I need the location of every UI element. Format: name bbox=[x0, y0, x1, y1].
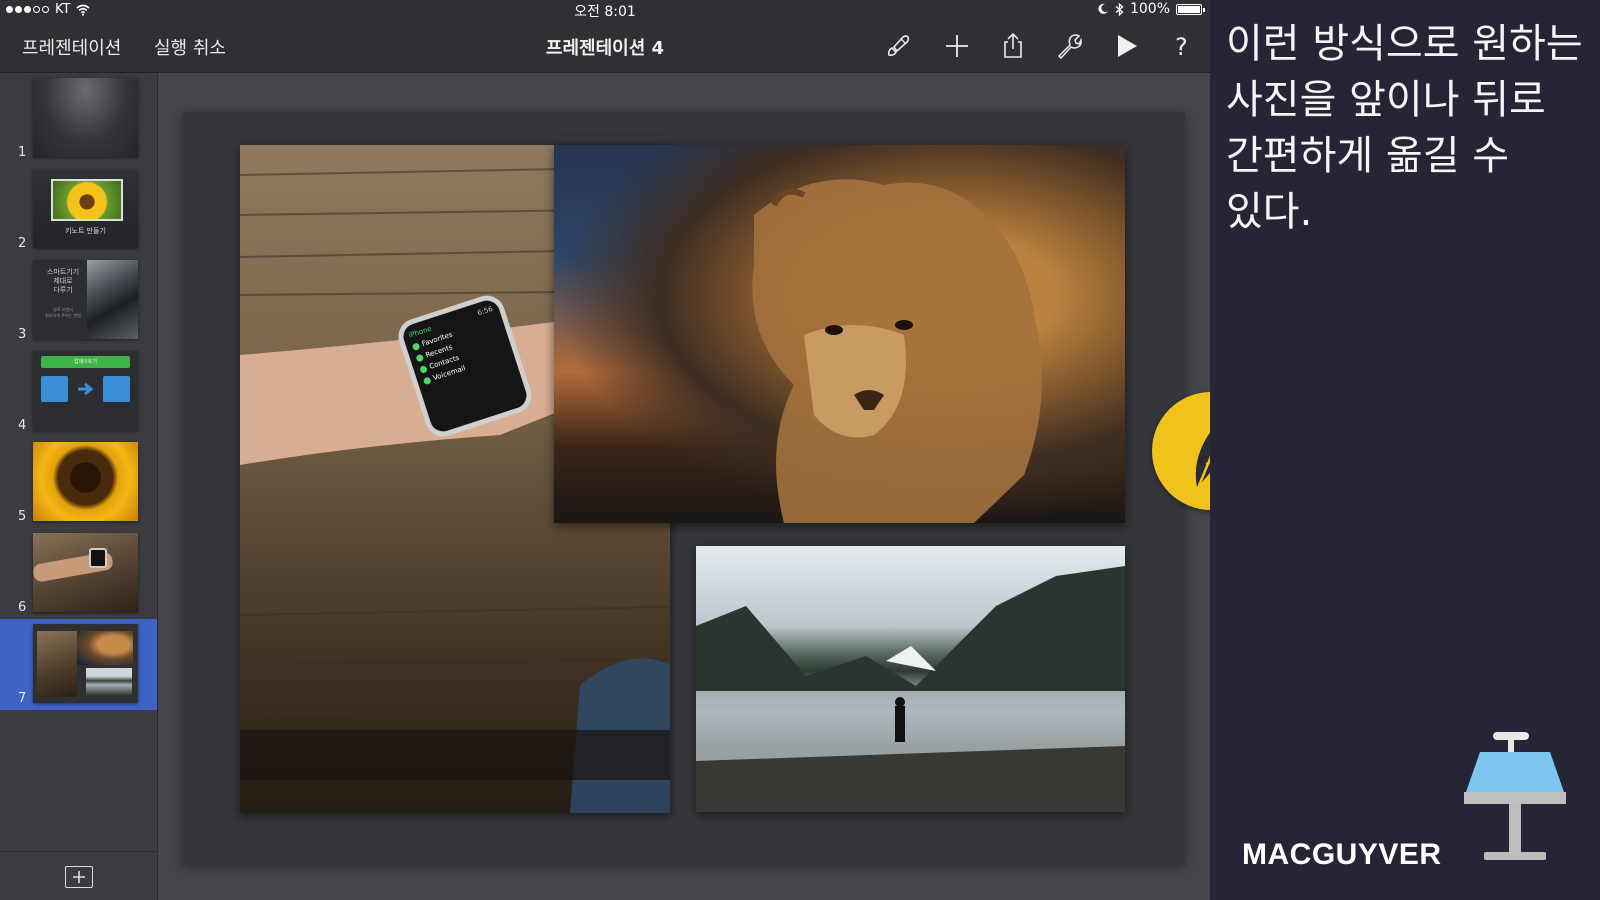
slide-thumbnail-1[interactable] bbox=[33, 78, 138, 157]
slide-thumbnail-7[interactable] bbox=[33, 624, 138, 703]
lion-illustration bbox=[752, 179, 1042, 523]
toolbar: 프레젠테이션 실행 취소 프레젠테이션 4 ? bbox=[0, 20, 1210, 73]
play-icon[interactable] bbox=[1112, 32, 1140, 60]
slide-number: 4 bbox=[18, 418, 27, 433]
photo-lion[interactable] bbox=[554, 145, 1125, 523]
keynote-podium-icon bbox=[1460, 730, 1570, 870]
blue-box-left bbox=[41, 376, 68, 402]
keynote-app: KT 오전 8:01 100% 프레젠테이션 실행 취소 프레젠테이션 4 ? … bbox=[0, 0, 1210, 900]
share-icon[interactable] bbox=[999, 32, 1027, 60]
wrench-icon[interactable] bbox=[1055, 32, 1083, 60]
thumb-watch-photo bbox=[37, 631, 77, 697]
battery-icon bbox=[1176, 3, 1205, 15]
slide-row-6[interactable]: 6 bbox=[0, 528, 157, 619]
add-slide-button[interactable] bbox=[65, 866, 93, 888]
sunflower-image bbox=[51, 179, 123, 221]
add-slide-icon bbox=[73, 871, 85, 883]
watch-shape bbox=[89, 548, 107, 568]
arrow-icon bbox=[77, 381, 95, 396]
slide-row-4[interactable]: 업데이트기 4 bbox=[0, 346, 157, 437]
slide-row-5[interactable]: 5 bbox=[0, 437, 157, 528]
caption-text: 이런 방식으로 원하는 사진을 앞이나 뒤로 간편하게 옮길 수 있다. bbox=[1226, 21, 1583, 235]
slide-number: 5 bbox=[18, 509, 27, 524]
blue-box-right bbox=[103, 376, 130, 402]
slide-navigator: 1 키노트 만들기 2 스마트기기 제대로 다루기 글로 쓰면서 편리하게 주어… bbox=[0, 73, 158, 900]
slide-row-2[interactable]: 키노트 만들기 2 bbox=[0, 164, 157, 255]
slide-row-3[interactable]: 스마트기기 제대로 다루기 글로 쓰면서 편리하게 주어는 방법 3 bbox=[0, 255, 157, 346]
slide-number: 6 bbox=[18, 600, 27, 615]
thumb-lake-photo bbox=[86, 668, 132, 696]
paintbrush-icon[interactable] bbox=[884, 32, 912, 60]
battery-percent: 100% bbox=[1129, 1, 1170, 17]
slide-number: 7 bbox=[18, 691, 27, 706]
status-right: 100% bbox=[1097, 1, 1205, 17]
slide-thumbnail-6[interactable] bbox=[33, 533, 138, 612]
slide-thumbnail-5[interactable] bbox=[33, 442, 138, 521]
status-time: 오전 8:01 bbox=[574, 4, 636, 20]
thumb-lion-photo bbox=[77, 631, 133, 665]
slide-number: 2 bbox=[18, 236, 27, 251]
lake-illustration bbox=[696, 566, 1125, 812]
slide-number: 3 bbox=[18, 327, 27, 342]
help-icon[interactable]: ? bbox=[1168, 32, 1196, 61]
slide-thumbnail-2[interactable]: 키노트 만들기 bbox=[33, 169, 138, 248]
slide-row-7-selected[interactable]: 7 bbox=[0, 619, 157, 710]
plus-icon[interactable] bbox=[943, 32, 971, 60]
thumbnail-caption: 키노트 만들기 bbox=[65, 227, 106, 235]
slide-thumbnail-3[interactable]: 스마트기기 제대로 다루기 글로 쓰면서 편리하게 주어는 방법 bbox=[33, 260, 138, 339]
svg-text:?: ? bbox=[1175, 33, 1188, 60]
bluetooth-icon bbox=[1115, 2, 1124, 16]
navigator-divider bbox=[0, 851, 157, 852]
watch-screen: iPhone 6:56 Favorites Recents Contacts Vo… bbox=[408, 305, 523, 427]
moon-icon bbox=[1098, 3, 1108, 14]
laptop-image bbox=[87, 260, 138, 339]
slide-thumbnail-4[interactable]: 업데이트기 bbox=[33, 351, 138, 430]
slide-row-1[interactable]: 1 bbox=[0, 73, 157, 164]
status-bar: KT 오전 8:01 100% bbox=[0, 0, 1210, 20]
document-title: 프레젠테이션 4 bbox=[545, 38, 665, 59]
photo-mountain-lake[interactable] bbox=[696, 546, 1125, 812]
brand-name: MACGUYVER bbox=[1242, 838, 1442, 871]
green-banner: 업데이트기 bbox=[41, 356, 130, 368]
thumbnail-text-block: 스마트기기 제대로 다루기 글로 쓰면서 편리하게 주어는 방법 bbox=[45, 268, 81, 318]
slide-number: 1 bbox=[18, 145, 27, 160]
